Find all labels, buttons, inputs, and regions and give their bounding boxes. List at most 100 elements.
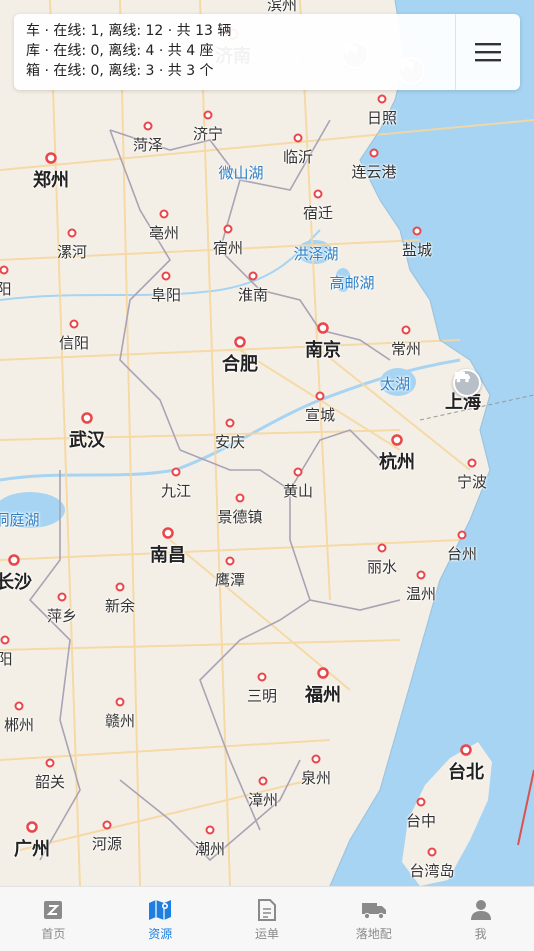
tab-label: 我 <box>474 926 487 941</box>
lake-label-dongtinghu: 洞庭湖 <box>0 511 40 529</box>
city-label-xinyang: 信阳 <box>58 334 90 352</box>
city-label-heyuan: 河源 <box>91 835 123 853</box>
tab-waybill[interactable]: 运单 <box>214 887 321 951</box>
warehouse-status-line: 库 · 在线: 0, 离线: 4 · 共 4 座 <box>26 43 214 59</box>
city-dot <box>8 554 20 566</box>
lake-label-weishanhu: 微山湖 <box>218 164 264 182</box>
city-dot <box>235 493 245 503</box>
city-dot <box>26 821 38 833</box>
city-label-taibei: 台北 <box>448 762 484 783</box>
city-label-ganzhou: 赣州 <box>104 712 136 730</box>
city-dot <box>467 458 477 468</box>
city-label-chaozhou: 潮州 <box>194 840 226 858</box>
city-dot <box>0 635 10 645</box>
city-label-chenzhou: 郴州 <box>3 716 35 734</box>
city-dot <box>401 325 411 335</box>
tab-label: 资源 <box>148 926 173 941</box>
map-resource-icon <box>149 899 172 920</box>
city-label-huangshan: 黄山 <box>282 482 314 500</box>
city-dot <box>14 701 24 711</box>
hamburger-menu-icon <box>475 43 501 62</box>
city-dot <box>203 110 213 120</box>
city-label-quanzhou: 泉州 <box>300 769 332 787</box>
tab-label: 首页 <box>41 926 66 941</box>
city-label-jiujiang: 九江 <box>160 482 192 500</box>
city-dot <box>311 754 321 764</box>
city-dot <box>391 434 403 446</box>
city-label-bozhou: 亳州 <box>148 224 180 242</box>
city-dot <box>102 820 112 830</box>
city-label-fuyang: 阜阳 <box>150 286 182 304</box>
city-label-changzhou: 常州 <box>390 340 422 358</box>
city-label-hefei: 合肥 <box>222 354 258 375</box>
city-dot <box>377 94 387 104</box>
city-label-heze: 菏泽 <box>132 136 164 154</box>
city-dot <box>317 322 329 334</box>
city-dot <box>315 391 325 401</box>
city-dot <box>0 265 9 275</box>
city-dot <box>225 418 235 428</box>
city-label-xinyu: 新余 <box>104 597 136 615</box>
profile-icon <box>470 899 491 920</box>
city-label-taizhou: 台州 <box>446 545 478 563</box>
lake-label-taihu: 太湖 <box>379 375 411 393</box>
city-dot <box>45 758 55 768</box>
lake-label-gaoyouhu: 高邮湖 <box>329 274 375 292</box>
city-dot <box>293 133 303 143</box>
city-label-nanchang: 南昌 <box>150 545 186 566</box>
city-dot <box>115 582 125 592</box>
city-dot <box>143 121 153 131</box>
truck-icon <box>455 372 470 383</box>
delivery-truck-icon <box>361 902 386 919</box>
tab-home[interactable]: 首页 <box>0 887 107 951</box>
city-dot <box>317 667 329 679</box>
city-dot <box>115 697 125 707</box>
city-label-luohe: 漯河 <box>56 243 88 261</box>
city-dot <box>171 467 181 477</box>
bottom-tab-bar: 首页 资源 运单 落地配 我 <box>0 886 534 951</box>
city-dot <box>225 556 235 566</box>
city-dot <box>162 527 174 539</box>
city-label-nanjing: 南京 <box>305 340 341 361</box>
lake-label-hongzehu: 洪泽湖 <box>293 245 339 263</box>
city-label-pingxiang: 萍乡 <box>46 607 78 625</box>
city-label-fuzhou: 福州 <box>305 685 341 706</box>
city-label-zhengzhou: 郑州 <box>33 170 69 191</box>
city-label-yingtan: 鹰潭 <box>214 571 246 589</box>
map-view[interactable]: 滨州 济南 日照 菏泽 济宁 临沂 郑州 连云港 微山湖 宿迁 亳州 漯河 宿州… <box>0 0 534 886</box>
city-dot <box>416 570 426 580</box>
city-label-binzhou: 滨州 <box>266 0 298 14</box>
city-label-zhangzhou: 漳州 <box>247 791 279 809</box>
city-dot <box>457 530 467 540</box>
city-dot <box>313 189 323 199</box>
city-label-linyi: 临沂 <box>282 148 314 166</box>
city-dot <box>57 592 67 602</box>
city-dot <box>427 847 437 857</box>
city-dot <box>258 776 268 786</box>
city-label-shaoguan: 韶关 <box>34 773 66 791</box>
city-label-guangzhou: 广州 <box>14 839 50 860</box>
city-label-hangzhou: 杭州 <box>379 452 415 473</box>
city-label-wenzhou: 温州 <box>405 585 437 603</box>
tab-label: 落地配 <box>355 926 392 941</box>
city-dot <box>205 825 215 835</box>
city-label-taizhong: 台中 <box>405 812 437 830</box>
city-label-lianyungang: 连云港 <box>351 163 397 181</box>
vehicle-status-line: 车 · 在线: 1, 离线: 12 · 共 13 辆 <box>26 23 232 39</box>
city-dot <box>161 271 171 281</box>
vehicle-marker[interactable] <box>453 369 481 397</box>
city-label-suqian: 宿迁 <box>302 204 334 222</box>
city-dot <box>223 224 233 234</box>
city-label-wuhan: 武汉 <box>69 430 105 451</box>
city-label-rizhao: 日照 <box>366 109 398 127</box>
tab-delivery[interactable]: 落地配 <box>320 887 427 951</box>
city-dot <box>67 228 77 238</box>
menu-button[interactable] <box>455 14 520 90</box>
tab-profile[interactable]: 我 <box>427 887 534 951</box>
city-label-jining: 济宁 <box>192 125 224 143</box>
tab-resources[interactable]: 资源 <box>107 887 214 951</box>
city-dot <box>45 152 57 164</box>
city-label-huainan: 淮南 <box>237 286 269 304</box>
city-dot <box>234 336 246 348</box>
city-dot <box>159 209 169 219</box>
